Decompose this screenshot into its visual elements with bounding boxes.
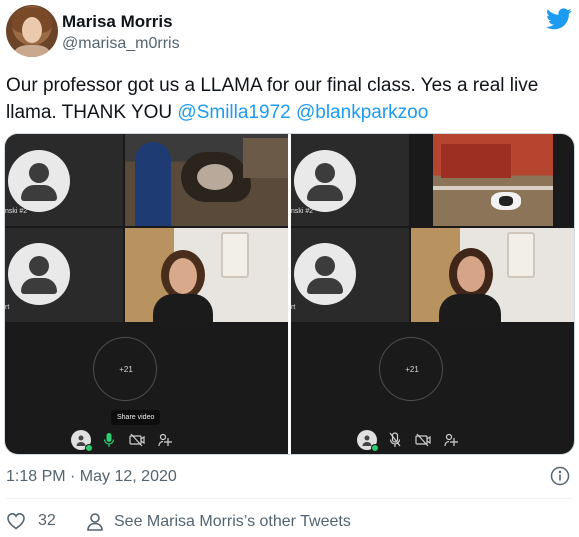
person-icon — [294, 243, 356, 305]
tweet-card: Marisa Morris @marisa_m0rris Our profess… — [0, 0, 579, 537]
llama-farm-video-tile — [433, 134, 553, 226]
share-screen-button[interactable] — [155, 430, 175, 450]
participant-tile: rt — [5, 228, 123, 322]
participant-overflow[interactable]: +21 — [379, 337, 443, 401]
author-handle[interactable]: @marisa_m0rris — [62, 35, 180, 53]
author-name[interactable]: Marisa Morris — [62, 12, 173, 32]
mic-off-button[interactable] — [385, 430, 405, 450]
twitter-bird-icon[interactable] — [546, 8, 572, 30]
self-avatar-control[interactable] — [71, 430, 93, 452]
like-count: 32 — [38, 512, 56, 529]
participant-overflow-count: +21 — [405, 365, 419, 374]
tweet-timestamp[interactable]: 1:18 PM · May 12, 2020 — [6, 468, 177, 486]
person-icon — [8, 150, 70, 212]
person-icon — [8, 243, 70, 305]
participant-tile: rt — [291, 228, 409, 322]
share-video-tooltip: Share video — [111, 410, 161, 425]
video-off-icon — [415, 433, 431, 447]
profile-link-label: See Marisa Morris’s other Tweets — [114, 513, 351, 530]
mention-smilla[interactable]: @Smilla1972 — [177, 102, 290, 123]
share-screen-button[interactable] — [441, 430, 461, 450]
tweet-media[interactable]: nski #2 rt +21 Share video nski #2 rt +2… — [4, 133, 575, 455]
info-icon[interactable] — [550, 466, 570, 486]
video-toggle-button[interactable] — [413, 430, 433, 450]
participant-name: rt — [5, 304, 10, 311]
participant-tile: nski #2 — [5, 134, 123, 226]
video-toggle-button[interactable] — [127, 430, 147, 450]
person-icon — [294, 150, 356, 212]
participant-tile: nski #2 — [291, 134, 409, 226]
professor-video-tile — [125, 228, 288, 322]
professor-video-tile — [411, 228, 574, 322]
media-image-left[interactable]: nski #2 rt +21 Share video — [5, 134, 288, 454]
profile-link[interactable]: See Marisa Morris’s other Tweets — [86, 512, 351, 532]
llama-video-tile — [125, 134, 288, 226]
author-avatar[interactable] — [6, 5, 58, 57]
participant-name: nski #2 — [291, 208, 314, 215]
mic-icon — [103, 433, 115, 447]
share-screen-icon — [158, 433, 172, 447]
mention-blankparkzoo[interactable]: @blankparkzoo — [296, 102, 428, 123]
tweet-text: Our professor got us a LLAMA for our fin… — [6, 72, 572, 126]
mic-off-icon — [389, 432, 401, 447]
participant-name: nski #2 — [5, 208, 28, 215]
divider — [6, 498, 572, 499]
mic-button[interactable] — [99, 430, 119, 450]
person-icon — [87, 513, 103, 531]
like-button[interactable]: 32 — [6, 512, 56, 530]
participant-name: rt — [291, 304, 296, 311]
participant-overflow-count: +21 — [119, 365, 133, 374]
video-off-icon — [129, 433, 145, 447]
self-avatar-control[interactable] — [357, 430, 379, 452]
participant-overflow[interactable]: +21 — [93, 337, 157, 401]
media-image-right[interactable]: nski #2 rt +21 — [291, 134, 574, 454]
heart-icon — [7, 512, 25, 530]
share-screen-icon — [444, 433, 458, 447]
